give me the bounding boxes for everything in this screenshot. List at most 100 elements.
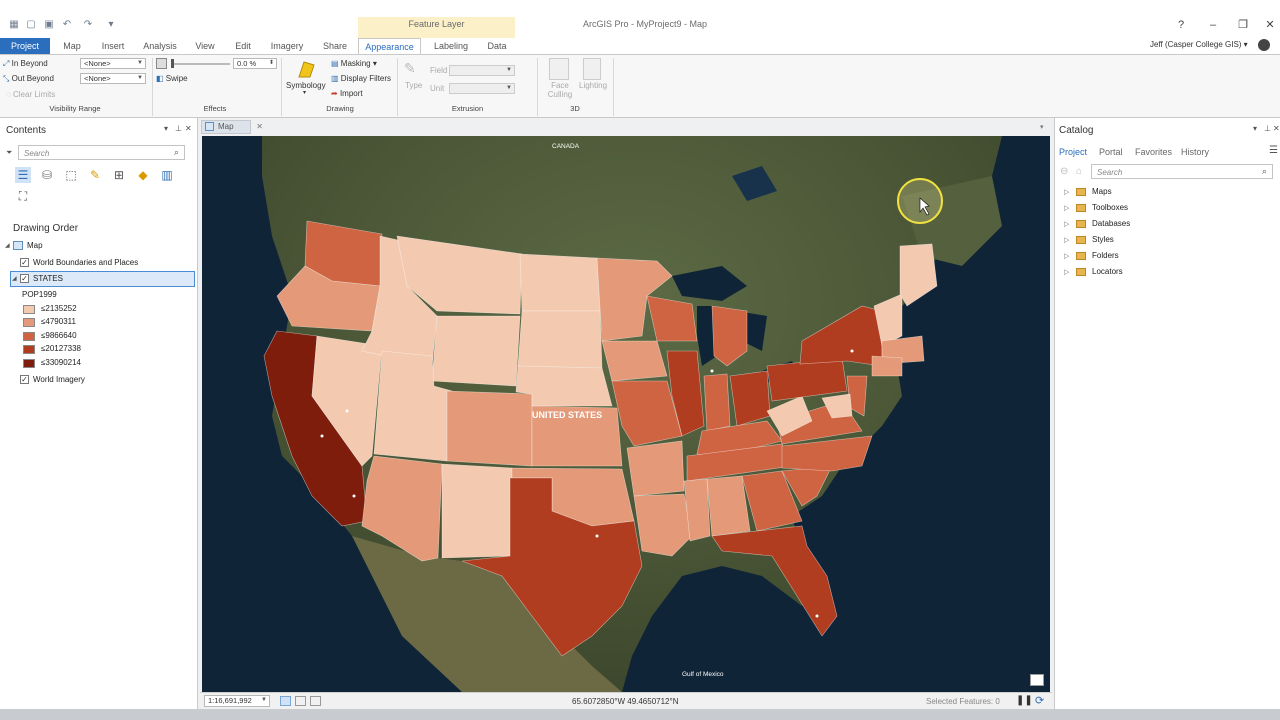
- map-navigator-icon[interactable]: [1030, 674, 1044, 686]
- state-alabama[interactable]: [706, 475, 751, 537]
- catalog-item-databases[interactable]: Databases: [1092, 219, 1130, 228]
- scale-combo[interactable]: 1:16,691,992 ▼: [204, 695, 270, 707]
- tab-share[interactable]: Share: [318, 38, 352, 54]
- catalog-tab-project[interactable]: Project: [1059, 147, 1087, 157]
- legend-swatch[interactable]: [23, 318, 35, 327]
- tab-data[interactable]: Data: [483, 38, 511, 54]
- transparency-slider-handle[interactable]: [171, 59, 174, 68]
- list-by-snapping-icon[interactable]: ⊞: [111, 167, 127, 183]
- legend-swatch[interactable]: [23, 332, 35, 341]
- world-boundaries-checkbox[interactable]: ✓: [20, 258, 29, 267]
- grid-icon[interactable]: [280, 696, 291, 706]
- app-icon[interactable]: ▦: [8, 19, 20, 31]
- masking-button[interactable]: ▤ Masking ▾: [331, 59, 377, 68]
- extrusion-type-icon[interactable]: ✎: [404, 60, 422, 78]
- state-colorado[interactable]: [446, 390, 533, 467]
- pane-options-icon[interactable]: ▾: [1253, 124, 1257, 133]
- expander-icon[interactable]: ▷: [1064, 252, 1069, 260]
- list-by-charts-icon[interactable]: ▥: [159, 167, 175, 183]
- tab-view[interactable]: View: [191, 38, 219, 54]
- in-beyond-button[interactable]: ⤢ In Beyond: [3, 59, 48, 69]
- pin-icon[interactable]: ⊥: [1264, 124, 1271, 133]
- symbology-icon[interactable]: [296, 59, 316, 79]
- import-button[interactable]: ➦ Import: [331, 89, 363, 98]
- filter-icon[interactable]: ⏷: [6, 148, 12, 158]
- legend-swatch[interactable]: [23, 305, 35, 314]
- list-by-labeling-icon[interactable]: ◆: [135, 167, 151, 183]
- symbology-dropdown-icon[interactable]: ▾: [303, 89, 306, 96]
- state-connecticut[interactable]: [871, 355, 903, 377]
- out-beyond-button[interactable]: ⤡ Out Beyond: [3, 74, 54, 84]
- world-boundaries-layer[interactable]: World Boundaries and Places: [33, 258, 138, 267]
- table-icon[interactable]: [310, 696, 321, 706]
- list-by-perspective-icon[interactable]: ⛶: [15, 188, 31, 204]
- layout-icon[interactable]: [295, 696, 306, 706]
- view-options-icon[interactable]: ▾: [1040, 123, 1044, 131]
- expander-icon[interactable]: ▷: [1064, 204, 1069, 212]
- pin-icon[interactable]: ⊥: [175, 124, 182, 133]
- transparency-slider[interactable]: [172, 63, 230, 65]
- avatar[interactable]: [1258, 39, 1270, 51]
- state-iowa[interactable]: [601, 340, 668, 382]
- catalog-search-input[interactable]: Search ⌕: [1091, 164, 1273, 179]
- states-checkbox[interactable]: ✓: [20, 274, 29, 283]
- catalog-tab-history[interactable]: History: [1181, 147, 1209, 157]
- catalog-tab-favorites[interactable]: Favorites: [1135, 147, 1172, 157]
- state-north-dakota[interactable]: [519, 253, 601, 312]
- back-icon[interactable]: ⊖: [1060, 166, 1068, 177]
- transparency-input[interactable]: 0.0 % ⬍: [233, 58, 277, 69]
- list-by-drawing-order-icon[interactable]: ☰: [15, 167, 31, 183]
- map-canvas[interactable]: CANADA UNITED STATES Gulf of Mexico: [202, 136, 1050, 692]
- close-tab-icon[interactable]: ✕: [256, 121, 263, 133]
- map-node[interactable]: Map: [27, 241, 43, 250]
- state-south-dakota[interactable]: [517, 310, 603, 369]
- close-button[interactable]: ✕: [1262, 18, 1278, 32]
- pane-options-icon[interactable]: ▾: [164, 124, 168, 133]
- catalog-item-folders[interactable]: Folders: [1092, 251, 1119, 260]
- expander-icon[interactable]: ▷: [1064, 220, 1069, 228]
- map-svg[interactable]: CANADA UNITED STATES Gulf of Mexico: [202, 136, 1050, 692]
- extrusion-type-button[interactable]: Type: [405, 81, 422, 90]
- save-icon[interactable]: ▣: [43, 19, 55, 31]
- help-button[interactable]: ?: [1173, 18, 1189, 32]
- catalog-item-styles[interactable]: Styles: [1092, 235, 1114, 244]
- new-project-icon[interactable]: ▢: [25, 19, 37, 31]
- close-pane-icon[interactable]: ✕: [1273, 124, 1280, 133]
- catalog-menu-icon[interactable]: ☰: [1269, 145, 1278, 156]
- customize-toolbar-icon[interactable]: ▾: [105, 19, 117, 31]
- tab-edit[interactable]: Edit: [229, 38, 257, 54]
- clear-limits-button[interactable]: ◌ Clear Limits: [6, 90, 55, 99]
- catalog-item-locators[interactable]: Locators: [1092, 267, 1123, 276]
- minimize-button[interactable]: –: [1205, 18, 1221, 32]
- tab-map[interactable]: Map: [57, 38, 87, 54]
- state-indiana[interactable]: [703, 373, 731, 432]
- contents-search-input[interactable]: Search ⌕: [18, 145, 185, 160]
- extrusion-field-combo[interactable]: ▼: [449, 65, 515, 76]
- user-account[interactable]: Jeff (Casper College GIS) ▾: [1150, 40, 1248, 49]
- in-beyond-scale-combo[interactable]: <None> ▼: [80, 58, 146, 69]
- tab-labeling[interactable]: Labeling: [427, 38, 475, 54]
- state-new-mexico[interactable]: [441, 463, 513, 559]
- face-culling-button[interactable]: Face Culling: [545, 81, 575, 99]
- redo-icon[interactable]: ↷: [82, 19, 94, 31]
- list-by-selection-icon[interactable]: ⬚: [63, 167, 79, 183]
- expander-icon[interactable]: ▷: [1064, 188, 1069, 196]
- home-icon[interactable]: ⌂: [1076, 166, 1082, 177]
- map-expander-icon[interactable]: ◢: [5, 242, 10, 249]
- catalog-tab-portal[interactable]: Portal: [1099, 147, 1123, 157]
- world-imagery-checkbox[interactable]: ✓: [20, 375, 29, 384]
- undo-icon[interactable]: ↶: [61, 19, 73, 31]
- swipe-button[interactable]: ◧ Swipe: [156, 74, 188, 83]
- pause-icon[interactable]: ❚❚: [1016, 695, 1033, 706]
- tab-project[interactable]: Project: [0, 38, 50, 54]
- world-imagery-layer[interactable]: World Imagery: [33, 375, 85, 384]
- state-ohio[interactable]: [729, 370, 771, 427]
- refresh-icon[interactable]: ⟳: [1035, 694, 1044, 707]
- map-view-tab[interactable]: Map ✕: [201, 120, 263, 134]
- catalog-item-maps[interactable]: Maps: [1092, 187, 1112, 196]
- tab-analysis[interactable]: Analysis: [140, 38, 180, 54]
- expander-icon[interactable]: ▷: [1064, 236, 1069, 244]
- tab-appearance[interactable]: Appearance: [358, 38, 421, 54]
- tab-insert[interactable]: Insert: [97, 38, 129, 54]
- states-layer[interactable]: STATES: [33, 274, 63, 283]
